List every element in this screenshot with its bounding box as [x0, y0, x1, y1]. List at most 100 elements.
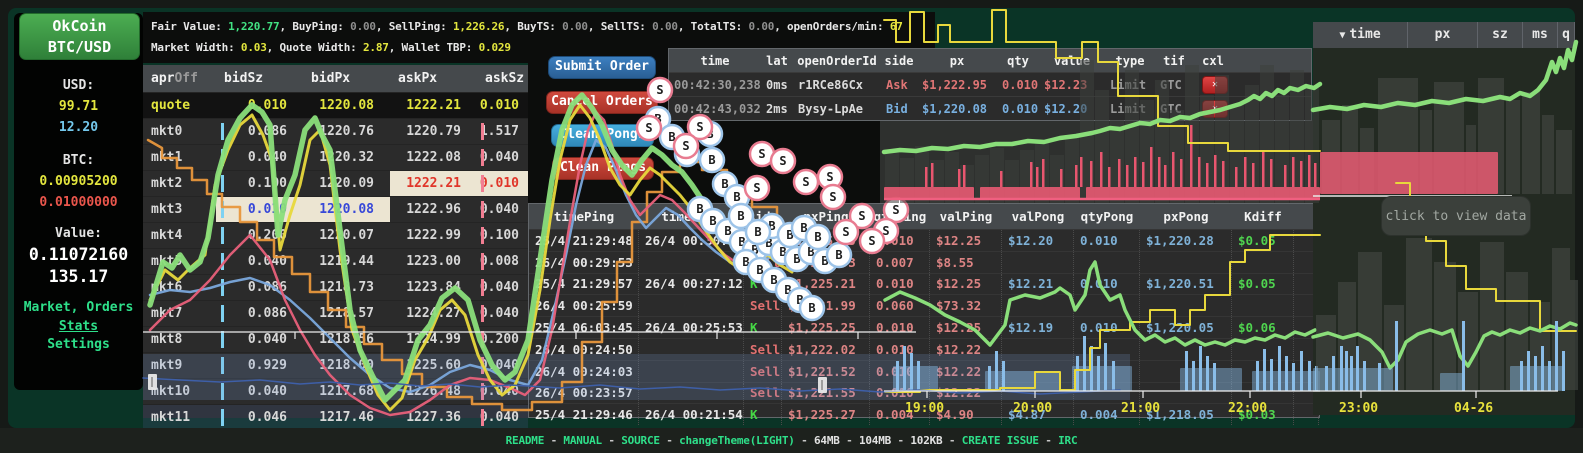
orders-column-header: time	[669, 54, 761, 68]
footer-item[interactable]: -	[891, 434, 910, 447]
trade-val-ping: $73.32	[930, 295, 1002, 316]
orderbook-row[interactable]: mkt5 0.040 1219.44 1223.00 0.008	[143, 248, 528, 274]
trade-time-ping: 25/4 06:03:45	[529, 317, 639, 338]
trade-val-ping: $12.25	[930, 317, 1002, 338]
trade-px-ping: $1,225.15	[782, 230, 870, 251]
cell-askpx: 1222.08	[390, 145, 477, 170]
trade-val-pong	[1002, 252, 1074, 273]
trade-val-ping: $12.25	[930, 230, 1002, 251]
clean-pings-button[interactable]: Clean Pings	[552, 157, 654, 180]
footer-item[interactable]: CREATE ISSUE	[962, 434, 1039, 447]
order-latency: 2ms	[761, 102, 793, 116]
trade-px-ping: $1,221.93	[782, 252, 870, 273]
usd-label: USD:	[14, 78, 143, 93]
trade-row[interactable]: 26/4 00:29:53 Sell $1,221.93 0.007 $8.55	[529, 251, 1319, 273]
pair-logo-button[interactable]: OkCoin BTC/USD	[19, 13, 140, 60]
chart-tooltip[interactable]: click to view data	[1381, 196, 1531, 236]
trades-column-header: timePing	[529, 209, 639, 224]
orderbook-row[interactable]: mkt0 0.086 1220.76 1220.79 1.517	[143, 118, 528, 144]
open-order-row[interactable]: 00:42:43,032 2ms Bysy-LpAe Bid $1,220.08…	[669, 96, 1311, 120]
cell-asksz: 1.517	[477, 119, 528, 144]
footer-item[interactable]: -	[602, 434, 621, 447]
cell-bidpx: 1218.73	[303, 275, 390, 300]
cell-asksz: 0.040	[477, 301, 528, 326]
footer-item[interactable]: changeTheme(LIGHT)	[679, 434, 795, 447]
trade-row[interactable]: 25/4 21:29:57 26/4 00:27:12 K $1,225.21 …	[529, 273, 1319, 295]
trade-px-pong	[1140, 361, 1232, 382]
footer-item[interactable]: 104MB	[859, 434, 891, 447]
orderbook-row[interactable]: mkt11 0.046 1217.46 1227.36 0.040	[143, 404, 528, 430]
orderbook-row[interactable]: mkt2 0.100 1220.09 1222.21 0.010	[143, 170, 528, 196]
cancel-order-icon[interactable]: ✕	[1202, 76, 1228, 94]
footer-item[interactable]: 102KB	[910, 434, 942, 447]
col-qty-clipped[interactable]: q	[1558, 22, 1575, 48]
cancel-order-icon[interactable]: ✕	[1202, 100, 1228, 118]
trade-val-ping: $8.55	[930, 252, 1002, 273]
cancel-orders-button[interactable]: Cancel Orders	[546, 91, 658, 114]
order-type: Limit	[1105, 78, 1155, 92]
order-tif: GTC	[1155, 102, 1193, 116]
orderbook-row[interactable]: mkt1 0.040 1220.32 1222.08 0.040	[143, 144, 528, 170]
pair-name: BTC/USD	[20, 37, 139, 58]
order-id: r1RCe86Cx	[793, 78, 881, 92]
open-order-row[interactable]: 00:42:30,238 0ms r1RCe86Cx Ask $1,222.95…	[669, 72, 1311, 96]
trade-row[interactable]: 25/4 06:03:45 26/4 00:25:53 K $1,225.25 …	[529, 316, 1319, 338]
trades-column-header: qtyPing	[870, 209, 930, 224]
footer-item[interactable]: -	[795, 434, 814, 447]
trade-side: Sell	[744, 252, 782, 273]
cell-asksz: 0.040	[477, 405, 528, 430]
col-bidsz: bidSz	[216, 71, 303, 86]
trade-kdiff: $0.05	[1232, 230, 1294, 251]
footer-item[interactable]: README	[506, 434, 545, 447]
cell-bidpx: 1220.09	[303, 171, 390, 196]
order-px: $1,220.08	[917, 102, 997, 116]
orderbook-row[interactable]: mkt6 0.086 1218.73 1223.84 0.040	[143, 274, 528, 300]
trade-kdiff: $0.05	[1232, 274, 1294, 295]
footer-item[interactable]: -	[942, 434, 961, 447]
trade-px-ping: $1,221.99	[782, 295, 870, 316]
trade-kdiff	[1232, 361, 1294, 382]
trade-kdiff: $0.06	[1232, 317, 1294, 338]
cell-asksz: 0.010	[477, 93, 528, 118]
trade-px-pong: $1,220.05	[1140, 317, 1232, 338]
cell-asksz: 0.200	[477, 327, 528, 352]
clean-pongs-button[interactable]: Clean Pongs	[551, 124, 654, 147]
row-label: mkt8	[143, 327, 216, 352]
footer-item[interactable]: -	[660, 434, 679, 447]
orderbook-row[interactable]: quote 0.010 1220.08 1222.21 0.010	[143, 92, 528, 118]
trade-row[interactable]: 25/4 21:29:48 26/4 00:30:11 K $1,225.15 …	[529, 229, 1319, 251]
trades-column-header: Kdiff	[1232, 209, 1294, 224]
orderbook-row[interactable]: mkt7 0.086 1218.57 1224.27 0.040	[143, 300, 528, 326]
trade-row[interactable]: 26/4 00:25:59 Sell $1,221.99 0.060 $73.3…	[529, 294, 1319, 316]
trade-px-pong	[1140, 252, 1232, 273]
nav-settings-link[interactable]: Settings	[47, 337, 110, 352]
trade-row[interactable]: 25/4 21:29:46 26/4 00:21:54 K $1,225.27 …	[529, 403, 1319, 425]
trade-px-ping: $1,225.27	[782, 404, 870, 425]
orderbook-row[interactable]: mkt4 0.200 1220.07 1222.99 0.100	[143, 222, 528, 248]
col-time-sorted[interactable]: ▼time	[1313, 22, 1408, 48]
btc-label: BTC:	[14, 153, 143, 168]
trades-column-header: pxPing	[782, 209, 870, 224]
submit-order-button[interactable]: Submit Order	[548, 56, 656, 79]
footer-item[interactable]: -	[840, 434, 859, 447]
orderbook-row[interactable]: mkt8 0.040 1218.56 1224.99 0.200	[143, 326, 528, 352]
trade-qty-pong	[1074, 252, 1140, 273]
row-label: mkt0	[143, 119, 216, 144]
orders-column-header: cxl	[1193, 54, 1233, 68]
nav-stats-link[interactable]: Stats	[59, 319, 98, 334]
footer-item[interactable]: IRC	[1058, 434, 1077, 447]
nav-orders-link[interactable]: Orders	[86, 300, 133, 315]
footer-item[interactable]: 64MB	[814, 434, 840, 447]
trade-qty-ping: 0.010	[870, 317, 930, 338]
footer-item[interactable]: MANUAL	[563, 434, 602, 447]
col-px[interactable]: px	[1408, 22, 1478, 48]
col-sz[interactable]: sz	[1478, 22, 1523, 48]
footer-item[interactable]: SOURCE	[621, 434, 660, 447]
cell-bidsz: 0.040	[216, 327, 303, 352]
nav-market-link[interactable]: Market	[24, 300, 71, 315]
footer-item[interactable]: -	[544, 434, 563, 447]
orderbook-row[interactable]: mkt3 0.010 1220.08 1222.96 0.040	[143, 196, 528, 222]
trade-time-pong: 26/4 00:30:11	[639, 230, 744, 251]
col-ms[interactable]: ms	[1523, 22, 1558, 48]
footer-item[interactable]: -	[1039, 434, 1058, 447]
